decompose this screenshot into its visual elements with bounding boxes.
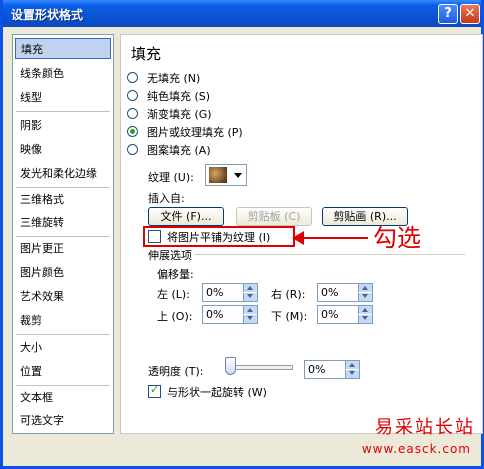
category-divider bbox=[16, 385, 110, 386]
clipboard-button[interactable]: 剪贴板 (C) bbox=[236, 207, 312, 226]
right-offset-spinner[interactable]: 0% bbox=[317, 283, 373, 302]
spinner-value: 0% bbox=[308, 363, 326, 376]
radio-label: 纯色填充 (S) bbox=[147, 90, 211, 103]
category-picture-color[interactable]: 图片颜色 bbox=[13, 262, 113, 283]
right-offset-label: 右 (R): bbox=[271, 288, 306, 301]
window-title: 设置形状格式 bbox=[11, 8, 84, 22]
radio-label: 渐变填充 (G) bbox=[147, 108, 212, 121]
help-button[interactable]: ? bbox=[438, 4, 458, 24]
texture-swatch-icon bbox=[209, 167, 227, 183]
spin-up-icon[interactable] bbox=[243, 284, 257, 292]
watermark-title: 易采站长站 bbox=[375, 417, 475, 438]
category-3d-format[interactable]: 三维格式 bbox=[13, 189, 113, 210]
spin-down-icon[interactable] bbox=[243, 293, 257, 301]
category-text-box[interactable]: 文本框 bbox=[13, 387, 113, 408]
category-fill[interactable]: 填充 bbox=[15, 38, 111, 59]
annotation-text: 勾选 bbox=[373, 224, 421, 252]
group-divider bbox=[195, 254, 465, 255]
category-divider bbox=[16, 187, 110, 188]
arrow-left-icon bbox=[292, 231, 304, 245]
texture-dropdown[interactable] bbox=[205, 164, 247, 186]
highlight-box bbox=[143, 226, 295, 247]
bottom-offset-spinner[interactable]: 0% bbox=[317, 305, 373, 324]
radio-label: 无填充 (N) bbox=[147, 72, 201, 85]
spin-up-icon[interactable] bbox=[243, 306, 257, 314]
bottom-offset-label: 下 (M): bbox=[271, 310, 308, 323]
format-shape-dialog: 设置形状格式 ? ✕ 填充 线条颜色 线型 阴影 映像 发光和柔化边缘 三维格式… bbox=[0, 0, 484, 469]
spin-up-icon[interactable] bbox=[358, 284, 372, 292]
chevron-down-icon bbox=[234, 173, 242, 178]
radio-label: 图片或纹理填充 (P) bbox=[147, 126, 243, 139]
transparency-slider-thumb[interactable] bbox=[225, 357, 236, 375]
category-line-color[interactable]: 线条颜色 bbox=[13, 63, 113, 84]
category-shadow[interactable]: 阴影 bbox=[13, 115, 113, 136]
insert-from-label: 插入自: bbox=[148, 192, 185, 205]
radio-button-selected[interactable] bbox=[127, 126, 138, 137]
category-divider bbox=[16, 111, 110, 112]
spinner-value: 0% bbox=[321, 308, 339, 321]
rotate-with-shape-label: 与形状一起旋转 (W) bbox=[167, 386, 267, 399]
title-bar: 设置形状格式 ? ✕ bbox=[3, 0, 481, 27]
transparency-spinner[interactable]: 0% bbox=[304, 360, 360, 379]
category-list: 填充 线条颜色 线型 阴影 映像 发光和柔化边缘 三维格式 三维旋转 图片更正 … bbox=[12, 34, 114, 434]
spin-up-icon[interactable] bbox=[358, 306, 372, 314]
radio-button[interactable] bbox=[127, 72, 138, 83]
category-size[interactable]: 大小 bbox=[13, 337, 113, 358]
close-button[interactable]: ✕ bbox=[460, 4, 480, 24]
radio-button[interactable] bbox=[127, 108, 138, 119]
top-offset-label: 上 (O): bbox=[157, 310, 193, 323]
category-3d-rotation[interactable]: 三维旋转 bbox=[13, 212, 113, 233]
category-divider bbox=[16, 334, 110, 335]
category-alt-text[interactable]: 可选文字 bbox=[13, 410, 113, 431]
radio-button[interactable] bbox=[127, 90, 138, 101]
spin-down-icon[interactable] bbox=[345, 370, 359, 378]
stretch-options-title: 伸展选项 bbox=[148, 249, 192, 262]
spin-up-icon[interactable] bbox=[345, 361, 359, 369]
left-offset-label: 左 (L): bbox=[157, 288, 190, 301]
category-line-style[interactable]: 线型 bbox=[13, 87, 113, 108]
spin-down-icon[interactable] bbox=[243, 315, 257, 323]
left-offset-spinner[interactable]: 0% bbox=[202, 283, 258, 302]
callout-arrow-line bbox=[298, 237, 368, 239]
top-offset-spinner[interactable]: 0% bbox=[202, 305, 258, 324]
radio-button[interactable] bbox=[127, 144, 138, 155]
offsets-label: 偏移量: bbox=[157, 268, 194, 281]
radio-label: 图案填充 (A) bbox=[147, 144, 211, 157]
spin-down-icon[interactable] bbox=[358, 315, 372, 323]
watermark-url: www.easck.com bbox=[361, 442, 471, 456]
category-glow-soft-edges[interactable]: 发光和柔化边缘 bbox=[13, 163, 113, 184]
spinner-value: 0% bbox=[206, 286, 224, 299]
category-crop[interactable]: 裁剪 bbox=[13, 310, 113, 331]
file-button[interactable]: 文件 (F)... bbox=[148, 207, 224, 226]
spin-down-icon[interactable] bbox=[358, 293, 372, 301]
rotate-with-shape-checkbox[interactable] bbox=[148, 383, 161, 398]
transparency-label: 透明度 (T): bbox=[148, 365, 204, 378]
category-position[interactable]: 位置 bbox=[13, 361, 113, 382]
category-picture-corrections[interactable]: 图片更正 bbox=[13, 238, 113, 259]
category-divider bbox=[16, 236, 110, 237]
transparency-slider-track[interactable] bbox=[231, 365, 293, 370]
category-artistic-effects[interactable]: 艺术效果 bbox=[13, 286, 113, 307]
spinner-value: 0% bbox=[321, 286, 339, 299]
spinner-value: 0% bbox=[206, 308, 224, 321]
category-reflection[interactable]: 映像 bbox=[13, 139, 113, 160]
texture-label: 纹理 (U): bbox=[148, 171, 194, 184]
panel-heading: 填充 bbox=[131, 45, 162, 63]
